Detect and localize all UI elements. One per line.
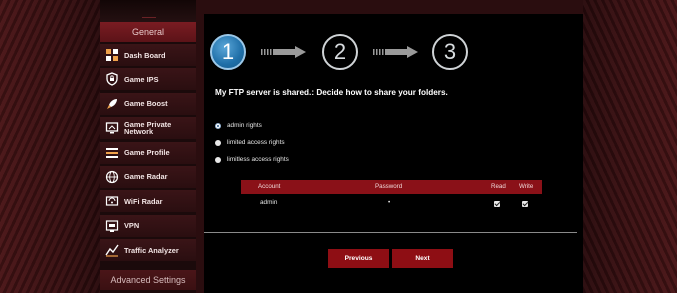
profile-list-icon [105,146,119,160]
sidebar-item-label: Game Private Network [124,120,172,137]
sidebar-item-game-private-network[interactable]: Game Private Network [100,117,196,140]
sidebar-item-label: Game Profile [124,148,170,158]
option-limited-access-rights[interactable]: limited access rights [215,139,285,146]
column-header-write: Write [519,183,534,190]
globe-icon [105,170,119,184]
option-label: limitless access rights [227,156,289,163]
sidebar-item-game-ips[interactable]: Game IPS [100,68,196,91]
dashboard-icon [105,48,119,62]
radio-button[interactable] [215,156,221,163]
sidebar-item-label: VPN [124,221,140,231]
chart-icon [105,243,119,257]
wifi-radar-icon [105,194,119,208]
sidebar-item-game-radar[interactable]: Game Radar [100,165,196,188]
shield-lock-icon [105,72,119,87]
previous-button[interactable]: Previous [328,249,389,268]
vpn-icon [105,219,119,233]
sidebar-item-game-profile[interactable]: Game Profile [100,141,196,164]
next-button[interactable]: Next [392,249,453,268]
sidebar-item-dash-board[interactable]: Dash Board [100,44,196,66]
left-background [0,0,100,293]
option-label: admin rights [227,122,262,129]
section-header-general: General [100,22,196,42]
step-3-indicator: 3 [432,34,468,70]
wizard-steps: 1 2 3 [204,14,583,84]
column-header-account: Account [258,183,281,190]
column-header-read: Read [491,183,506,190]
sidebar-menu: Dash Board Game IPS Game Boost Game Priv… [100,44,196,264]
account-name-cell: admin [260,199,278,206]
radio-button[interactable] [215,139,221,146]
sidebar-item-label: Dash Board [124,50,166,60]
step-2-indicator: 2 [322,34,358,70]
arrow-right-icon [261,46,306,58]
sidebar-item-label: WiFi Radar [124,196,163,206]
sidebar: General Dash Board Game IPS Game Boost G… [100,0,196,293]
page-title: My FTP server is shared.: Decide how to … [215,88,448,97]
option-admin-rights[interactable]: admin rights [215,122,262,129]
sidebar-item-traffic-analyzer[interactable]: Traffic Analyzer [100,239,196,262]
section-divider [204,232,577,233]
sidebar-item-label: Traffic Analyzer [124,245,179,255]
column-header-password: Password [375,183,403,190]
step-1-indicator: 1 [210,34,246,70]
radio-button[interactable] [215,122,221,129]
arrow-right-icon [373,46,418,58]
sidebar-item-label: Game IPS [124,74,159,84]
sidebar-item-vpn[interactable]: VPN [100,214,196,237]
advanced-settings-header[interactable]: Advanced Settings [100,270,196,290]
sidebar-item-game-boost[interactable]: Game Boost [100,92,196,115]
read-permission-checkbox[interactable] [494,201,500,207]
write-permission-checkbox[interactable] [522,201,528,207]
option-limitless-access-rights[interactable]: limitless access rights [215,156,289,163]
password-cell: • [388,199,391,206]
right-background [583,0,677,293]
main-panel: 1 2 3 My FTP server is shared.: Decide h… [204,14,583,293]
sidebar-top-cap [100,0,196,22]
sidebar-item-label: Game Boost [124,99,168,109]
sidebar-item-label: Game Radar [124,172,168,182]
account-table-header: Account Password Read Write [241,180,542,194]
rocket-icon [105,97,119,111]
option-label: limited access rights [227,139,285,146]
sidebar-item-wifi-radar[interactable]: WiFi Radar [100,190,196,213]
monitor-icon [105,121,119,135]
